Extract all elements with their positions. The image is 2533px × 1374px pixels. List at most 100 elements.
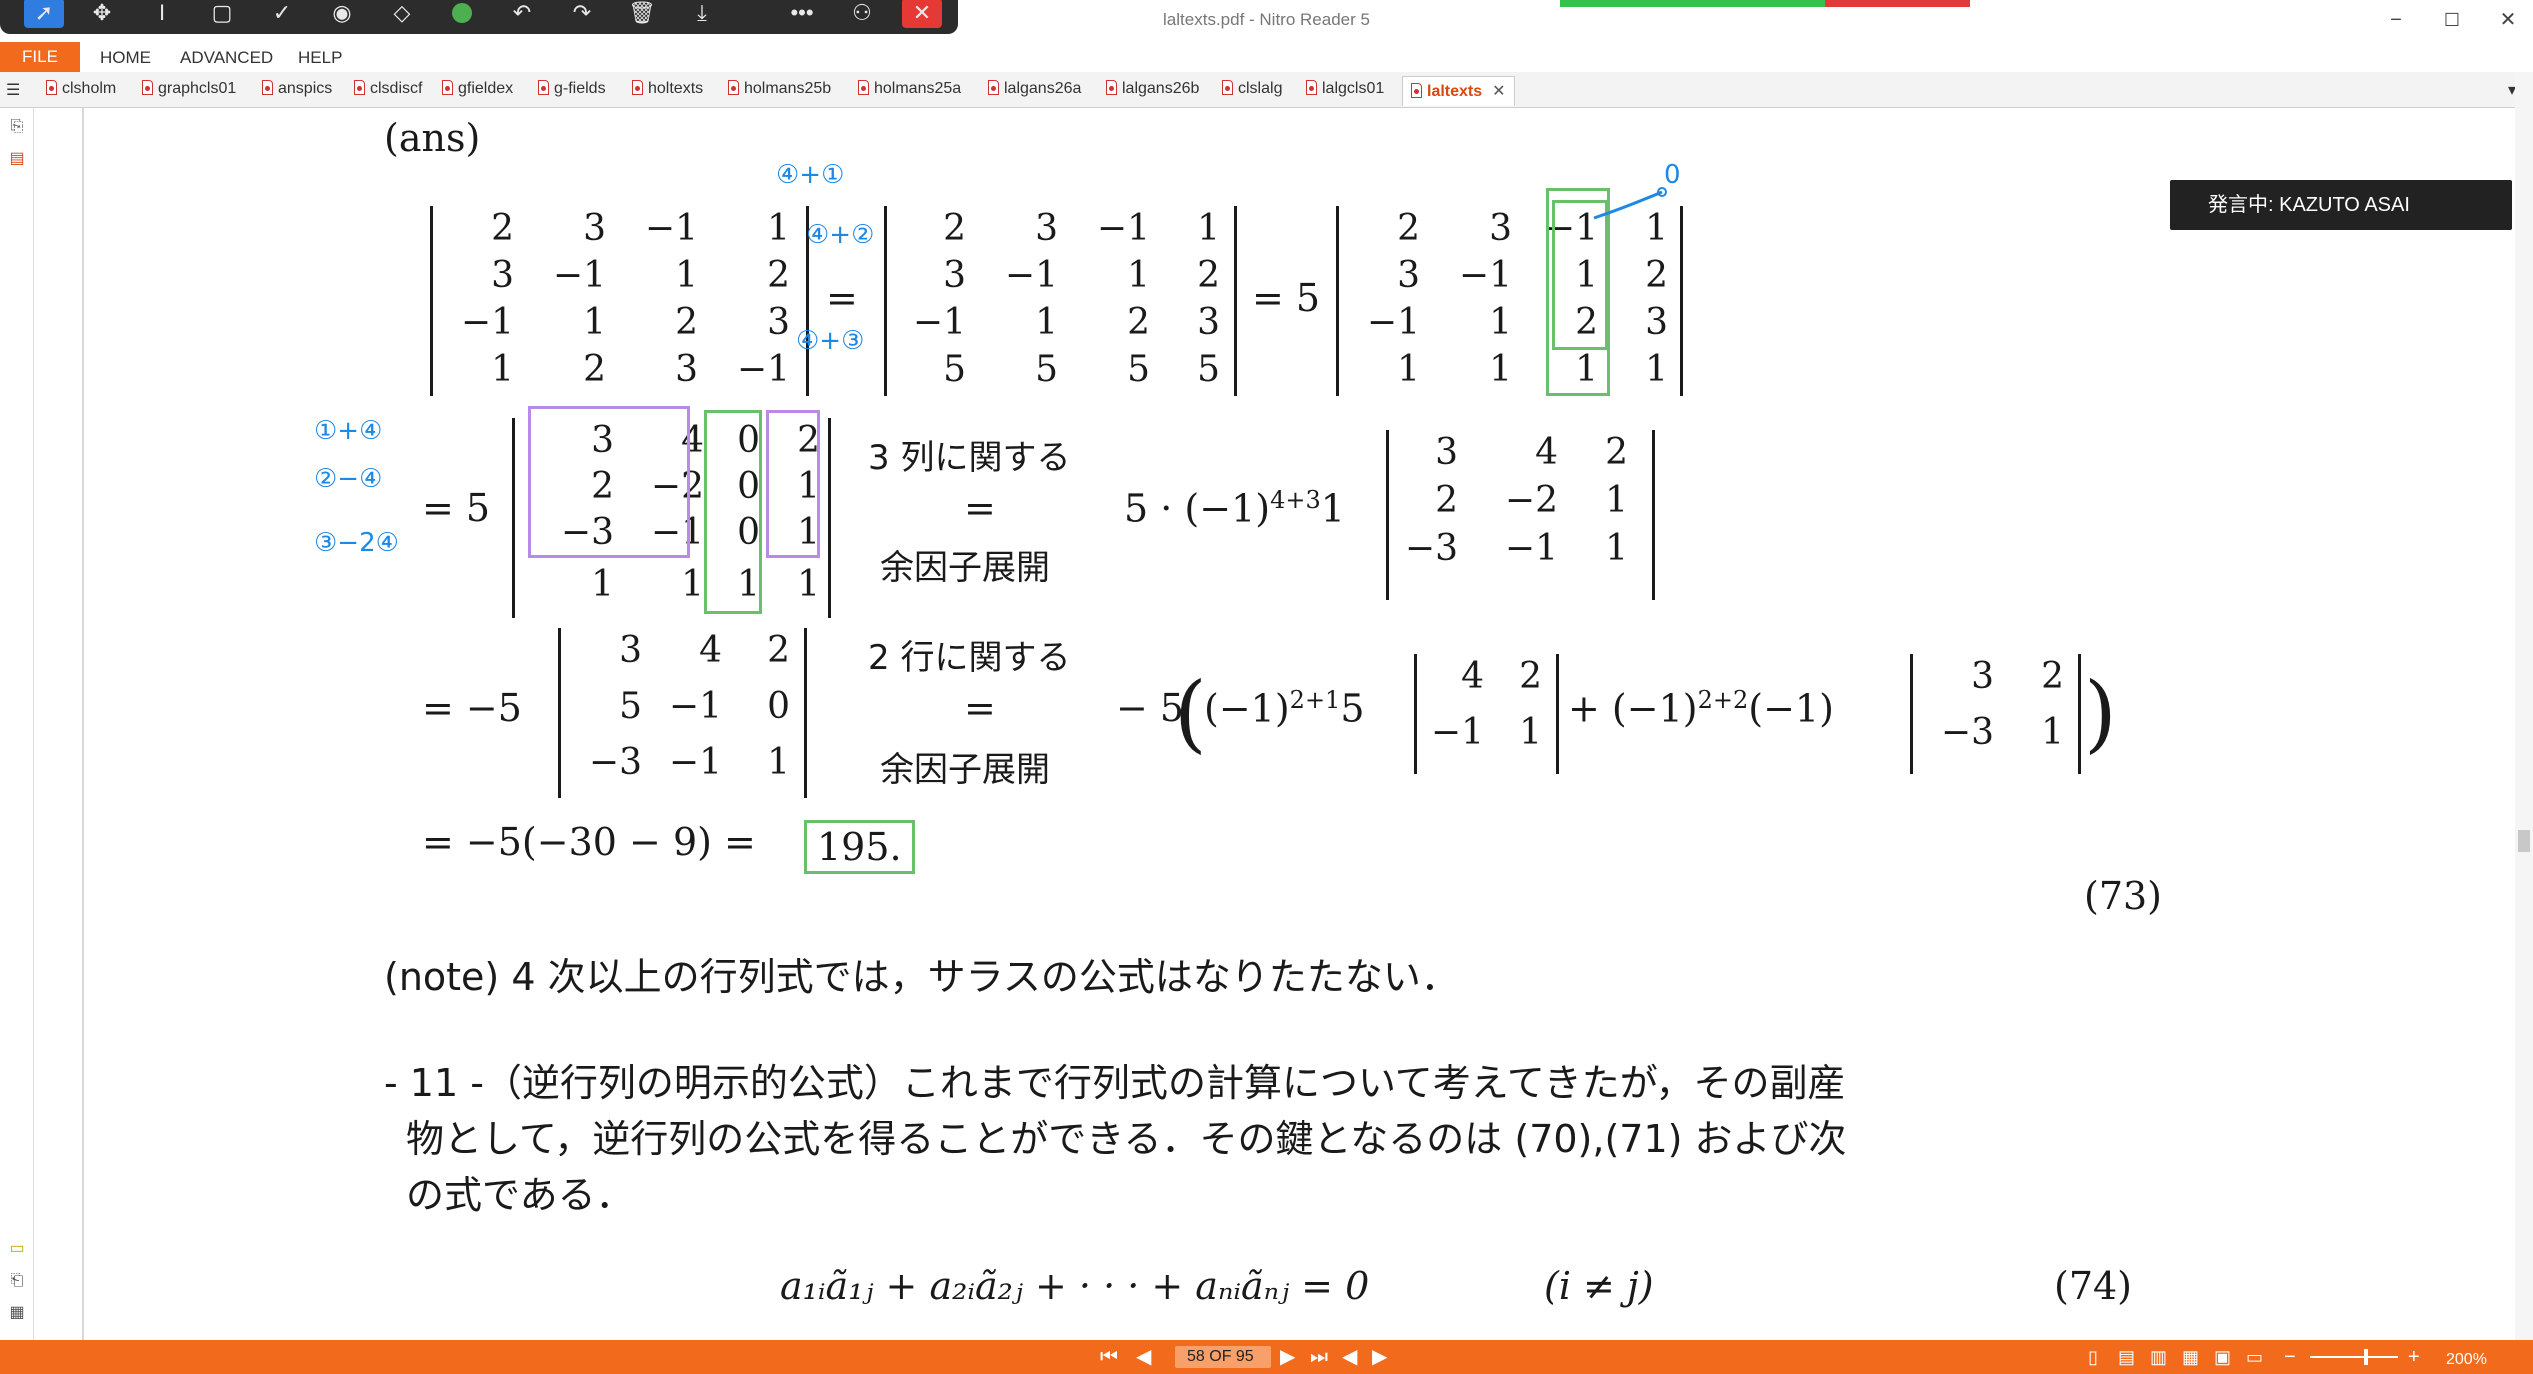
doc-tab[interactable]: anspics [262, 80, 332, 98]
close-tab-icon[interactable]: ✕ [1492, 83, 1505, 100]
last-page-icon[interactable]: ⏭ [1310, 1345, 1328, 1369]
matrix-cell: 2 [1645, 255, 1668, 296]
doc-tab[interactable]: clslalg [1222, 80, 1282, 98]
trash-icon[interactable]: 🗑 [622, 0, 662, 28]
download-icon[interactable]: ⤓ [682, 0, 722, 28]
pdf-file-icon [988, 80, 999, 95]
facing-view-icon[interactable]: ▥ [2150, 1345, 2167, 1369]
doc-tab[interactable]: g-fields [538, 80, 606, 98]
pdf-page: (ans) 2 3 −1 1 3 −1 1 2 −1 1 2 3 1 2 3 −… [82, 108, 2502, 1340]
doc-tab[interactable]: lalgans26a [988, 80, 1081, 98]
fit-width-icon[interactable]: ▭ [2246, 1345, 2263, 1369]
doc-tab-active[interactable]: laltexts ✕ [1402, 76, 1515, 106]
matrix-cell: −1 [736, 349, 790, 390]
close-icon[interactable]: ✕ [2488, 4, 2528, 36]
pdf-file-icon [46, 80, 57, 95]
eraser-icon[interactable]: ◇ [382, 0, 422, 28]
doc-tab[interactable]: clsholm [46, 80, 116, 98]
undo-icon[interactable]: ↶ [502, 0, 542, 28]
back-view-icon[interactable]: ◀ [1342, 1345, 1357, 1369]
fit-page-icon[interactable]: ▣ [2214, 1345, 2231, 1369]
pdf-file-icon [1306, 80, 1317, 95]
file-tab[interactable]: FILE [0, 42, 80, 72]
pdf-file-icon [1106, 80, 1117, 95]
vertical-scrollbar[interactable] [2515, 72, 2533, 1340]
doc-tab[interactable]: clsdiscf [354, 80, 422, 98]
right-paren: ) [2084, 664, 2117, 762]
page-number-field[interactable]: 58 OF 95 [1175, 1346, 1271, 1368]
next-page-icon[interactable]: ▶ [1280, 1345, 1295, 1369]
doc-tab[interactable]: holtexts [632, 80, 703, 98]
matrix-cell: 3 [1197, 302, 1220, 343]
pen-icon[interactable]: ◉ [322, 0, 362, 28]
continuous-view-icon[interactable]: ▤ [2118, 1345, 2135, 1369]
zoom-level[interactable]: 200% [2446, 1348, 2487, 1372]
matrix-cell: 2 [1397, 208, 1420, 249]
rectangle-icon[interactable]: ▢ [202, 0, 242, 28]
scrollbar-thumb[interactable] [2518, 830, 2530, 852]
comments-icon[interactable]: ▭ [6, 1238, 28, 1260]
matrix-cell: 1 [1127, 255, 1150, 296]
close-toolbar-icon[interactable]: ✕ [902, 0, 942, 28]
handwritten-note: ②−④ [314, 464, 383, 494]
tab-home[interactable]: HOME [100, 48, 151, 68]
left-paren: ( [1174, 664, 1207, 762]
matrix-cell: 1 [1397, 349, 1420, 390]
doc-tab[interactable]: lalgcls01 [1306, 80, 1384, 98]
zoom-out-icon[interactable]: − [2284, 1345, 2296, 1369]
pages-panel-icon[interactable]: ⎘ [6, 116, 28, 138]
matrix-cell: 1 [583, 302, 606, 343]
matrix-cell: −1 [1504, 528, 1558, 569]
attachments-icon[interactable]: ⎗ [6, 1270, 28, 1292]
forward-view-icon[interactable]: ▶ [1372, 1345, 1387, 1369]
tab-advanced[interactable]: ADVANCED [180, 48, 273, 68]
select-pointer-icon[interactable]: ➚ [24, 0, 64, 28]
first-page-icon[interactable]: ⏮ [1100, 1345, 1118, 1369]
speaking-indicator: 発言中: KAZUTO ASAI [2170, 180, 2512, 230]
prev-page-icon[interactable]: ◀ [1136, 1345, 1151, 1369]
det-bar [430, 206, 433, 396]
matrix-cell: 5 [1035, 349, 1058, 390]
pdf-file-icon [538, 80, 549, 95]
det-bar [828, 418, 831, 618]
doc-tab[interactable]: holmans25b [728, 80, 831, 98]
bookmarks-icon[interactable]: ▤ [6, 148, 28, 170]
pan-move-icon[interactable]: ✥ [82, 0, 122, 28]
zoom-slider[interactable] [2310, 1349, 2398, 1365]
redo-icon[interactable]: ↷ [562, 0, 602, 28]
pdf-file-icon [262, 80, 273, 95]
tab-list-icon[interactable]: ☰ [6, 80, 20, 100]
equals-minus-five: = −5 [422, 686, 522, 730]
zoom-slider-handle[interactable] [2364, 1349, 2368, 1365]
matrix-cell: 3 [1435, 432, 1458, 473]
matrix-cell: −1 [1458, 255, 1512, 296]
doc-tab[interactable]: lalgans26b [1106, 80, 1199, 98]
more-icon[interactable]: ••• [782, 0, 822, 28]
tab-help[interactable]: HELP [298, 48, 342, 68]
document-tabs: ☰ clsholm graphcls01 anspics clsdiscf gf… [0, 72, 2533, 108]
matrix-cell: 3 [619, 630, 642, 671]
check-icon[interactable]: ✓ [262, 0, 302, 28]
user-share-icon[interactable]: ⚇ [842, 0, 882, 28]
layers-icon[interactable]: ▦ [6, 1302, 28, 1324]
handwritten-note: ④+③ [796, 326, 865, 356]
color-picker-icon[interactable] [442, 0, 482, 28]
facing-continuous-view-icon[interactable]: ▦ [2182, 1345, 2199, 1369]
final-expression: = −5(−30 − 9) = [422, 820, 756, 864]
text-cursor-icon[interactable]: I [142, 0, 182, 28]
matrix-cell: −3 [1940, 712, 1994, 753]
single-page-view-icon[interactable]: ▯ [2088, 1345, 2098, 1369]
zoom-in-icon[interactable]: + [2408, 1345, 2420, 1369]
matrix-cell: 1 [1197, 208, 1220, 249]
maximize-icon[interactable]: ☐ [2432, 4, 2472, 36]
doc-tab[interactable]: holmans25a [858, 80, 961, 98]
minimize-icon[interactable]: − [2376, 4, 2416, 36]
matrix-cell: 1 [1645, 349, 1668, 390]
presentation-stop-bar[interactable] [1825, 0, 1970, 7]
matrix-cell: −2 [1504, 480, 1558, 521]
det-bar [1652, 430, 1655, 600]
matrix-cell: 1 [767, 742, 790, 783]
doc-tab[interactable]: graphcls01 [142, 80, 236, 98]
document-view[interactable]: (ans) 2 3 −1 1 3 −1 1 2 −1 1 2 3 1 2 3 −… [34, 108, 2515, 1340]
doc-tab[interactable]: gfieldex [442, 80, 513, 98]
